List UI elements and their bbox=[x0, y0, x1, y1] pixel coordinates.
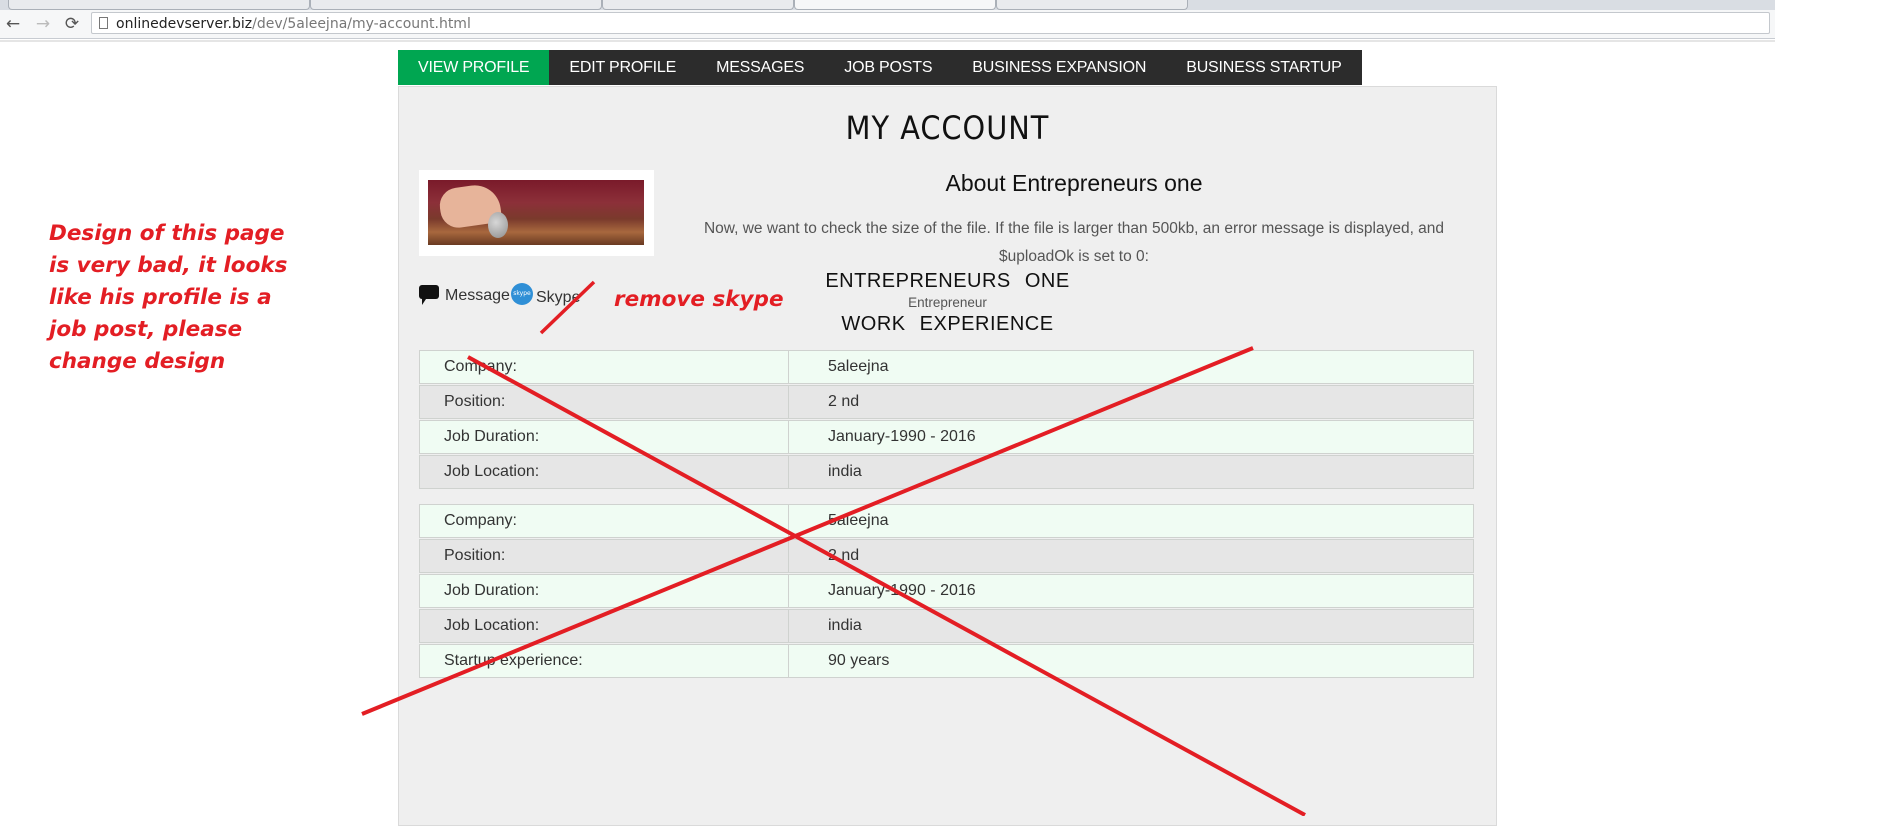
table-row: Company: 5aleejna bbox=[419, 350, 1474, 384]
browser-tab[interactable] bbox=[8, 0, 310, 10]
row-value: india bbox=[828, 617, 862, 634]
forward-arrow-icon[interactable]: → bbox=[32, 13, 54, 35]
nav-item-edit-profile[interactable]: EDIT PROFILE bbox=[549, 50, 696, 85]
page-icon bbox=[99, 17, 108, 29]
row-label: Job Duration: bbox=[420, 575, 789, 607]
design-note-line: Design of this page bbox=[49, 221, 285, 246]
row-value: 5aleejna bbox=[828, 512, 889, 529]
url-host: onlinedevserver.biz bbox=[116, 16, 253, 32]
row-value: January-1990 - 2016 bbox=[828, 428, 976, 445]
row-value: 90 years bbox=[828, 652, 890, 669]
about-text: Now, we want to check the size of the fi… bbox=[703, 220, 1445, 265]
design-note-line: is very bad, it looks bbox=[49, 253, 288, 278]
table-row: Job Location: india bbox=[419, 609, 1474, 643]
nav-item-business-expansion[interactable]: BUSINESS EXPANSION bbox=[952, 50, 1166, 85]
account-nav-bar: VIEW PROFILE EDIT PROFILE MESSAGES JOB POST… bbox=[398, 50, 1362, 85]
table-row: Position: 2 nd bbox=[419, 539, 1474, 573]
browser-tab-active[interactable] bbox=[794, 0, 996, 10]
table-row: Company: 5aleejna bbox=[419, 504, 1474, 538]
browser-tab[interactable] bbox=[602, 0, 794, 10]
row-value: india bbox=[828, 463, 862, 480]
table-row: Job Duration: January-1990 - 2016 bbox=[419, 420, 1474, 454]
nav-item-messages[interactable]: MESSAGES bbox=[696, 50, 824, 85]
design-feedback-note: Design of this page is very bad, it looks… bbox=[49, 218, 287, 378]
row-value: 2 nd bbox=[828, 547, 860, 564]
row-label: Position: bbox=[420, 386, 789, 418]
row-value: 5aleejna bbox=[828, 358, 889, 375]
row-label: Job Location: bbox=[420, 456, 789, 488]
row-label: Company: bbox=[420, 505, 789, 537]
row-label: Job Location: bbox=[420, 610, 789, 642]
row-label: Company: bbox=[420, 351, 789, 383]
table-row: Position: 2 nd bbox=[419, 385, 1474, 419]
profile-image-frame bbox=[419, 170, 654, 256]
table-row: Job Location: india bbox=[419, 455, 1474, 489]
table-row: Job Duration: January-1990 - 2016 bbox=[419, 574, 1474, 608]
page-title: MY ACCOUNT bbox=[845, 109, 1050, 147]
browser-toolbar: ← → ⟳ onlinedevserver.biz/dev/5aleejna/m… bbox=[0, 10, 1775, 39]
experience-heading: WORK EXPERIENCE bbox=[841, 313, 1054, 335]
row-label: Startup experience: bbox=[420, 645, 789, 677]
row-value: January-1990 - 2016 bbox=[828, 582, 976, 599]
profile-role: Entrepreneur bbox=[908, 295, 987, 310]
table-row: Startup experience: 90 years bbox=[419, 644, 1474, 678]
reload-icon[interactable]: ⟳ bbox=[61, 13, 83, 35]
browser-tab[interactable] bbox=[996, 0, 1188, 10]
design-note-line: job post, please bbox=[49, 317, 243, 342]
nav-item-job-posts[interactable]: JOB POSTS bbox=[824, 50, 952, 85]
remove-skype-note: remove skype bbox=[614, 287, 784, 312]
back-arrow-icon[interactable]: ← bbox=[2, 13, 24, 35]
row-value: 2 nd bbox=[828, 393, 860, 410]
profile-image bbox=[428, 180, 644, 245]
coin-image-detail bbox=[488, 212, 508, 238]
row-label: Job Duration: bbox=[420, 421, 789, 453]
url-text[interactable]: onlinedevserver.biz/dev/5aleejna/my-acco… bbox=[116, 16, 471, 32]
design-note-line: change design bbox=[49, 349, 226, 374]
page-top-divider bbox=[0, 40, 1775, 42]
nav-item-view-profile[interactable]: VIEW PROFILE bbox=[398, 50, 550, 85]
address-bar[interactable]: onlinedevserver.biz/dev/5aleejna/my-acco… bbox=[91, 12, 1770, 34]
profile-name: ENTREPRENEURS ONE bbox=[825, 270, 1070, 292]
design-note-line: like his profile is a bbox=[49, 285, 272, 310]
browser-tab[interactable] bbox=[310, 0, 602, 10]
url-path: /dev/5aleejna/my-account.html bbox=[252, 16, 471, 32]
row-label: Position: bbox=[420, 540, 789, 572]
account-panel: MY ACCOUNT About Entrepreneurs one Now, … bbox=[398, 86, 1497, 826]
nav-item-business-startup[interactable]: BUSINESS STARTUP bbox=[1166, 50, 1361, 85]
about-heading: About Entrepreneurs one bbox=[945, 170, 1203, 196]
